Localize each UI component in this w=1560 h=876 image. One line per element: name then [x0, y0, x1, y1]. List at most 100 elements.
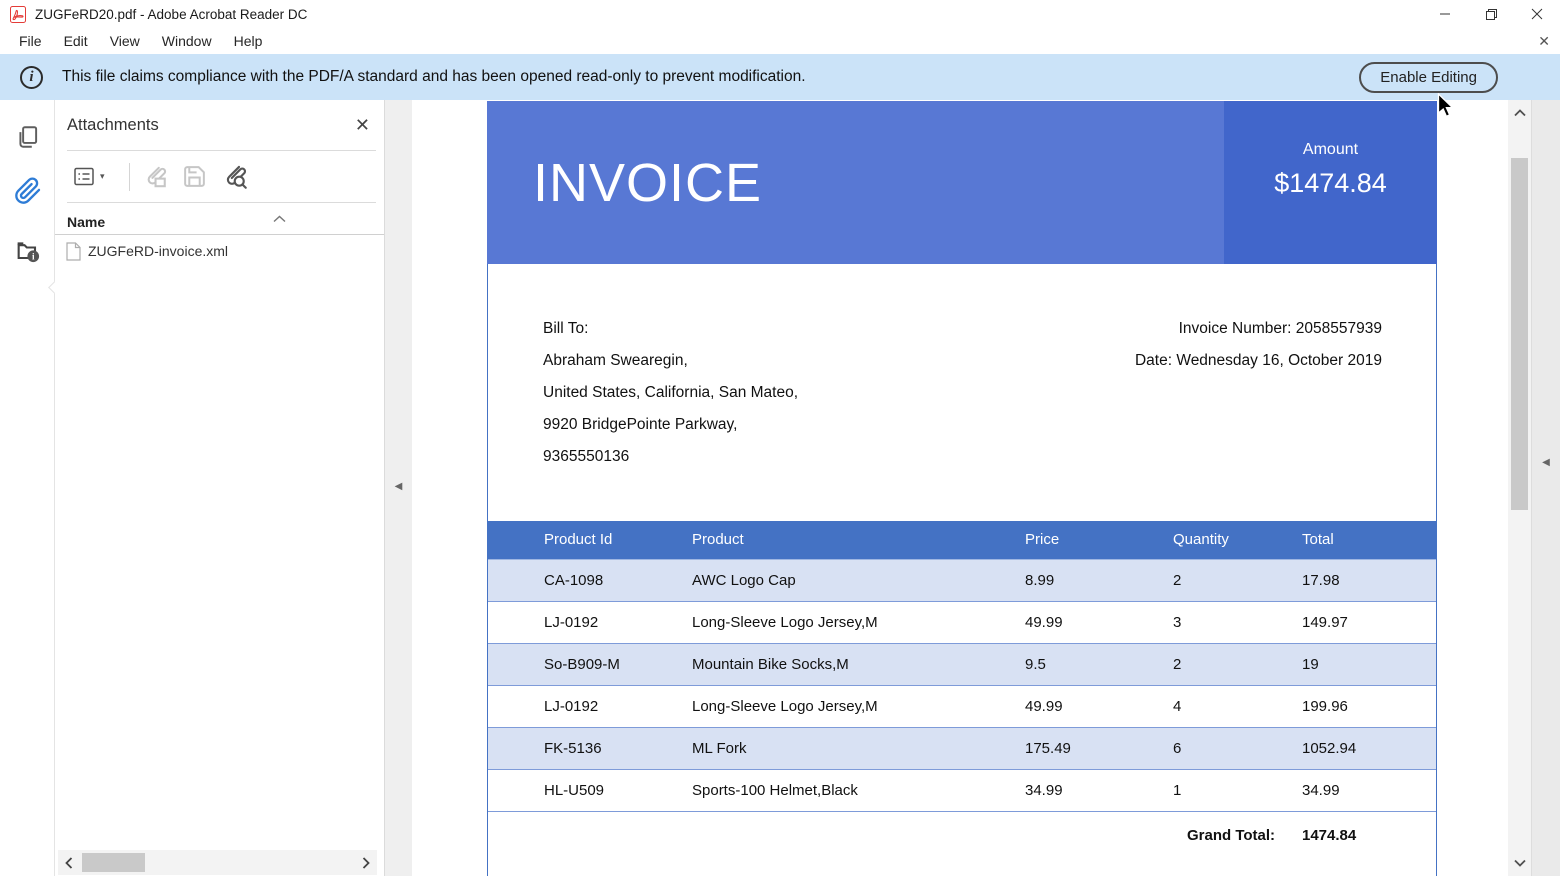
cell-product-id: So-B909-M: [488, 643, 692, 685]
cell-price: 49.99: [1025, 601, 1173, 643]
col-quantity: Quantity: [1173, 521, 1302, 559]
cell-product-id: LJ-0192: [488, 685, 692, 727]
menu-view[interactable]: View: [99, 30, 151, 52]
invoice-title: INVOICE: [533, 152, 762, 214]
attachments-panel-header: Attachments ✕: [55, 100, 384, 150]
document-vertical-scrollbar[interactable]: [1508, 100, 1531, 876]
table-row: FK-5136 ML Fork 175.49 6 1052.94: [488, 727, 1436, 769]
vertical-scrollbar-thumb[interactable]: [1511, 158, 1528, 510]
menubar-close-icon[interactable]: ✕: [1538, 34, 1550, 48]
expand-tools-panel-icon[interactable]: ◀: [1542, 457, 1550, 468]
invoice-header-band: INVOICE: [487, 101, 1224, 264]
menu-help[interactable]: Help: [223, 30, 274, 52]
scroll-up-icon[interactable]: [1508, 102, 1531, 124]
cell-product-id: FK-5136: [488, 727, 692, 769]
panel-divider: [55, 234, 384, 235]
cell-total: 19: [1302, 643, 1436, 685]
cell-quantity: 2: [1173, 643, 1302, 685]
cell-product: Sports-100 Helmet,Black: [692, 769, 1025, 811]
amount-value: $1474.84: [1224, 168, 1437, 199]
table-row: CA-1098 AWC Logo Cap 8.99 2 17.98: [488, 559, 1436, 601]
open-attachment-button[interactable]: [142, 164, 168, 190]
attachments-panel-close-icon[interactable]: ✕: [355, 115, 370, 136]
invoice-number: Invoice Number: 2058557939: [1135, 313, 1382, 345]
menu-file[interactable]: File: [8, 30, 53, 52]
options-menu-icon: [73, 166, 97, 188]
document-info-icon: i: [14, 237, 42, 265]
table-row: So-B909-M Mountain Bike Socks,M 9.5 2 19: [488, 643, 1436, 685]
cell-quantity: 6: [1173, 727, 1302, 769]
cell-product: AWC Logo Cap: [692, 559, 1025, 601]
svg-text:i: i: [32, 253, 35, 263]
scroll-right-icon[interactable]: [355, 850, 377, 875]
cell-product: ML Fork: [692, 727, 1025, 769]
main-content: i Attachments ✕ ▾: [0, 100, 1560, 876]
info-icon: i: [20, 66, 43, 89]
adobe-acrobat-pdf-icon: [10, 6, 26, 23]
attachment-list-item[interactable]: ZUGFeRD-invoice.xml: [55, 237, 384, 265]
cell-product: Long-Sleeve Logo Jersey,M: [692, 601, 1025, 643]
save-attachment-button[interactable]: [182, 164, 207, 189]
cell-quantity: 4: [1173, 685, 1302, 727]
menu-bar: File Edit View Window Help ✕: [0, 28, 1560, 54]
pdfa-notification-bar: i This file claims compliance with the P…: [0, 54, 1560, 100]
window-controls: [1422, 0, 1560, 28]
table-row: HL-U509 Sports-100 Helmet,Black 34.99 1 …: [488, 769, 1436, 811]
cell-product-id: LJ-0192: [488, 601, 692, 643]
search-attachments-icon: [221, 163, 248, 190]
collapse-panel-left-icon[interactable]: ◀: [395, 481, 403, 492]
grand-total-row: Grand Total: 1474.84: [488, 811, 1436, 876]
window-title: ZUGFeRD20.pdf - Adobe Acrobat Reader DC: [35, 7, 1422, 22]
attachments-button[interactable]: [14, 177, 42, 205]
attachments-paperclip-icon: [14, 176, 42, 206]
menu-edit[interactable]: Edit: [53, 30, 99, 52]
sort-ascending-icon: [273, 210, 286, 228]
document-info-button[interactable]: i: [14, 237, 42, 265]
bill-to-section: Bill To: Abraham Swearegin, United State…: [488, 264, 1436, 521]
left-tool-rail: i: [0, 100, 55, 876]
col-product: Product: [692, 521, 1025, 559]
col-total: Total: [1302, 521, 1436, 559]
cell-product-id: CA-1098: [488, 559, 692, 601]
cell-price: 175.49: [1025, 727, 1173, 769]
cell-quantity: 3: [1173, 601, 1302, 643]
invoice-body: Bill To: Abraham Swearegin, United State…: [487, 264, 1437, 876]
cell-product: Mountain Bike Socks,M: [692, 643, 1025, 685]
invoice-header: INVOICE Amount $1474.84: [487, 101, 1437, 264]
bill-to-phone: 9365550136: [543, 441, 1382, 473]
panel-collapse-strip[interactable]: ◀: [385, 100, 412, 876]
menu-window[interactable]: Window: [151, 30, 223, 52]
panel-horizontal-scrollbar[interactable]: [58, 850, 377, 875]
cell-total: 1052.94: [1302, 727, 1436, 769]
horizontal-scrollbar-thumb[interactable]: [82, 853, 145, 872]
amount-label: Amount: [1224, 141, 1437, 159]
attachments-options-button[interactable]: ▾: [73, 166, 105, 188]
name-column-header[interactable]: Name: [55, 203, 384, 234]
document-view: INVOICE Amount $1474.84 Bill To: Abraham…: [412, 100, 1508, 876]
table-row: LJ-0192 Long-Sleeve Logo Jersey,M 49.99 …: [488, 685, 1436, 727]
cell-total: 34.99: [1302, 769, 1436, 811]
attachments-toolbar: ▾: [55, 151, 384, 202]
cell-total: 199.96: [1302, 685, 1436, 727]
search-attachments-button[interactable]: [221, 163, 248, 190]
dropdown-caret-icon: ▾: [100, 171, 105, 182]
close-button[interactable]: [1514, 0, 1560, 28]
scroll-left-icon[interactable]: [58, 850, 80, 875]
table-header-row: Product Id Product Price Quantity Total: [488, 521, 1436, 559]
enable-editing-button[interactable]: Enable Editing: [1359, 62, 1498, 93]
minimize-icon: [1439, 8, 1451, 20]
cell-price: 8.99: [1025, 559, 1173, 601]
table-row: LJ-0192 Long-Sleeve Logo Jersey,M 49.99 …: [488, 601, 1436, 643]
restore-button[interactable]: [1468, 0, 1514, 28]
right-tools-strip[interactable]: ◀: [1531, 100, 1560, 876]
cell-total: 17.98: [1302, 559, 1436, 601]
minimize-button[interactable]: [1422, 0, 1468, 28]
scroll-down-icon[interactable]: [1508, 852, 1531, 874]
invoice-amount-box: Amount $1474.84: [1224, 101, 1437, 264]
toolbar-separator: [129, 163, 130, 191]
page-thumbnails-button[interactable]: [14, 123, 42, 151]
bill-to-street: 9920 BridgePointe Parkway,: [543, 409, 1382, 441]
grand-total-label: Grand Total:: [1187, 827, 1275, 844]
cell-product-id: HL-U509: [488, 769, 692, 811]
cell-price: 9.5: [1025, 643, 1173, 685]
